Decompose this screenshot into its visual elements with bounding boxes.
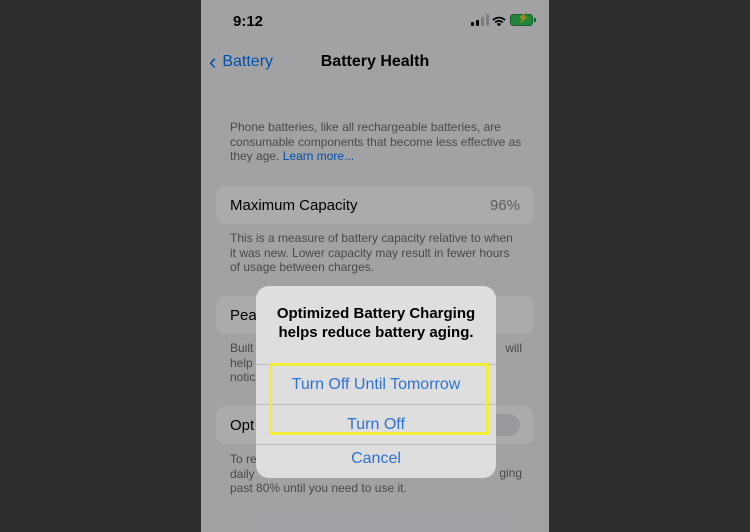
alert-title: Optimized Battery Charging helps reduce … <box>276 305 476 341</box>
turn-off-until-tomorrow-button[interactable]: Turn Off Until Tomorrow <box>256 365 496 404</box>
optimized-charging-alert: Optimized Battery Charging helps reduce … <box>256 286 496 478</box>
phone-screen: 9:12 ⚡ ‹ Battery Battery Health Phone ba… <box>201 0 549 532</box>
cancel-button[interactable]: Cancel <box>256 439 496 478</box>
